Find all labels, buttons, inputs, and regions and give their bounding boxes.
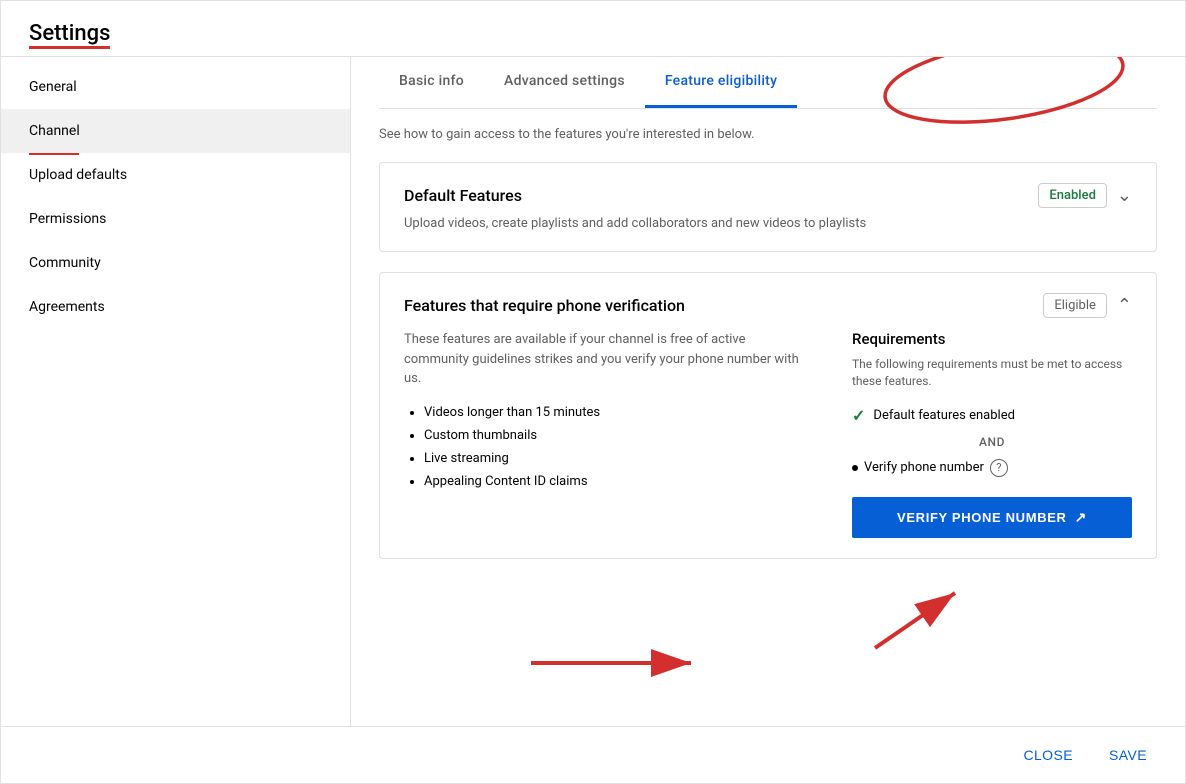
sidebar-item-upload-defaults[interactable]: Upload defaults [1,153,350,197]
close-button[interactable]: CLOSE [1013,741,1083,769]
sidebar-item-channel[interactable]: Channel [1,109,350,153]
phone-card-body: These features are available if your cha… [404,330,1132,538]
feature-list: Videos longer than 15 minutes Custom thu… [404,405,812,489]
default-features-controls: Enabled ⌄ [1038,183,1132,208]
tab-basic-info[interactable]: Basic info [379,57,484,108]
verify-phone-label: Verify phone number [864,460,984,475]
requirements-desc: The following requirements must be met t… [852,356,1132,390]
collapse-icon[interactable]: ⌄ [1117,185,1132,206]
dialog-title: Settings [29,21,110,46]
verify-btn-label: VERIFY PHONE NUMBER [897,510,1067,525]
sidebar: General Channel Upload defaults Permissi… [1,57,351,726]
sidebar-item-community[interactable]: Community [1,241,350,285]
default-features-subtitle: Upload videos, create playlists and add … [404,216,1132,231]
list-item: Appealing Content ID claims [424,474,812,489]
dialog-footer: CLOSE SAVE [1,726,1185,783]
phone-verification-title: Features that require phone verification [404,296,685,315]
list-item: Custom thumbnails [424,428,812,443]
default-features-title: Default Features [404,186,522,205]
checkmark-icon: ✓ [852,406,865,425]
sidebar-item-agreements[interactable]: Agreements [1,285,350,329]
requirements-title: Requirements [852,330,1132,348]
eligible-badge: Eligible [1043,293,1107,318]
list-item: Live streaming [424,451,812,466]
phone-verification-controls: Eligible ⌃ [1043,293,1132,318]
expand-icon[interactable]: ⌃ [1117,295,1132,316]
main-content: Basic info Advanced settings Feature eli… [351,57,1185,726]
default-features-card: Default Features Enabled ⌄ Upload videos… [379,162,1157,252]
tabs-bar: Basic info Advanced settings Feature eli… [379,57,1157,109]
verify-phone-item: Verify phone number ? [852,459,1132,477]
tab-description: See how to gain access to the features y… [379,127,1157,142]
bullet-icon [852,465,858,471]
dialog-header: Settings [1,1,1185,57]
save-button[interactable]: SAVE [1099,741,1157,769]
tab-feature-eligibility[interactable]: Feature eligibility [645,57,797,108]
sidebar-item-permissions[interactable]: Permissions [1,197,350,241]
phone-card-left: These features are available if your cha… [404,330,812,538]
requirement-label: Default features enabled [873,408,1015,423]
phone-verification-card: Features that require phone verification… [379,272,1157,559]
enabled-badge: Enabled [1038,183,1107,208]
phone-verification-description: These features are available if your cha… [404,330,812,389]
phone-verification-header: Features that require phone verification… [404,293,1132,318]
dialog-body: General Channel Upload defaults Permissi… [1,57,1185,726]
sidebar-item-general[interactable]: General [1,65,350,109]
settings-dialog: Settings General Channel Upload defaults… [0,0,1186,784]
verify-phone-button[interactable]: VERIFY PHONE NUMBER ↗ [852,497,1132,538]
phone-card-right: Requirements The following requirements … [852,330,1132,538]
requirement-check-item: ✓ Default features enabled [852,406,1132,425]
default-features-header: Default Features Enabled ⌄ [404,183,1132,208]
external-link-icon: ↗ [1075,509,1087,526]
tab-advanced-settings[interactable]: Advanced settings [484,57,645,108]
list-item: Videos longer than 15 minutes [424,405,812,420]
help-icon[interactable]: ? [990,459,1008,477]
and-divider: AND [852,435,1132,449]
